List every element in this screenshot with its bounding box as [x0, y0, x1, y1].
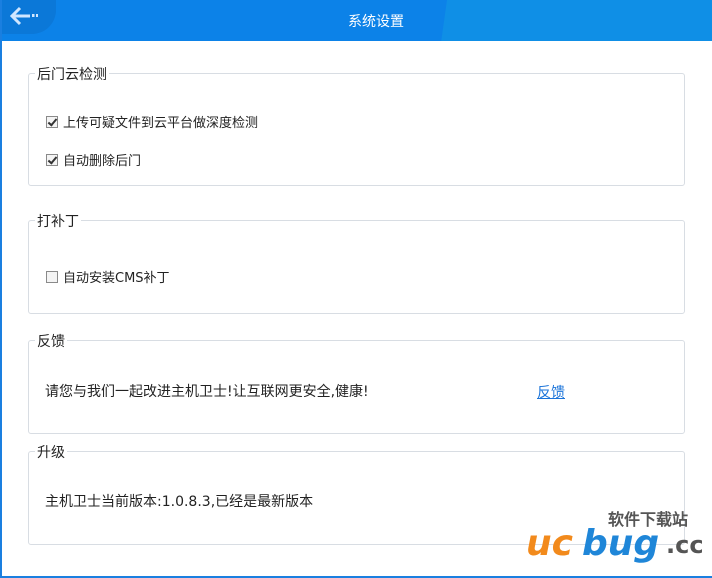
- section-title: 后门云检测: [35, 64, 109, 84]
- feedback-link[interactable]: 反馈: [537, 382, 565, 402]
- feedback-text: 请您与我们一起改进主机卫士!让互联网更安全,健康!: [45, 384, 369, 400]
- checkbox-icon[interactable]: [46, 270, 58, 283]
- version-text: 主机卫士当前版本:1.0.8.3,已经是最新版本: [45, 494, 314, 510]
- auto-cms-patch-checkbox[interactable]: 自动安装CMS补丁: [46, 267, 170, 286]
- checkbox-icon[interactable]: [46, 153, 58, 166]
- svg-text:bug: bug: [582, 523, 659, 564]
- title-bar: 系统设置: [2, 0, 712, 41]
- svg-text:.cc: .cc: [666, 531, 704, 559]
- upload-suspicious-checkbox[interactable]: 上传可疑文件到云平台做深度检测: [46, 112, 258, 131]
- option-label: 上传可疑文件到云平台做深度检测: [63, 116, 259, 131]
- section-title: 打补丁: [35, 211, 81, 231]
- checkbox-icon[interactable]: [46, 115, 58, 128]
- section-title: 升级: [35, 442, 67, 462]
- option-label: 自动删除后门: [63, 154, 142, 169]
- ucbug-watermark-logo: 软件下载站 uc bug .cc: [526, 510, 704, 564]
- svg-text:uc: uc: [526, 523, 573, 564]
- auto-delete-checkbox[interactable]: 自动删除后门: [46, 150, 141, 169]
- section-title: 反馈: [35, 331, 67, 351]
- section-feedback: 反馈 请您与我们一起改进主机卫士!让互联网更安全,健康! 反馈: [28, 331, 685, 434]
- section-backdoor-cloud: 后门云检测 上传可疑文件到云平台做深度检测 自动删除后门: [28, 64, 685, 186]
- section-patch: 打补丁 自动安装CMS补丁: [28, 211, 685, 314]
- window: 系统设置 后门云检测 上传可疑文件到云平台做深度检测 自动删除后门 打补丁 自动…: [0, 0, 712, 578]
- page-title: 系统设置: [348, 14, 404, 30]
- option-label: 自动安装CMS补丁: [63, 271, 170, 286]
